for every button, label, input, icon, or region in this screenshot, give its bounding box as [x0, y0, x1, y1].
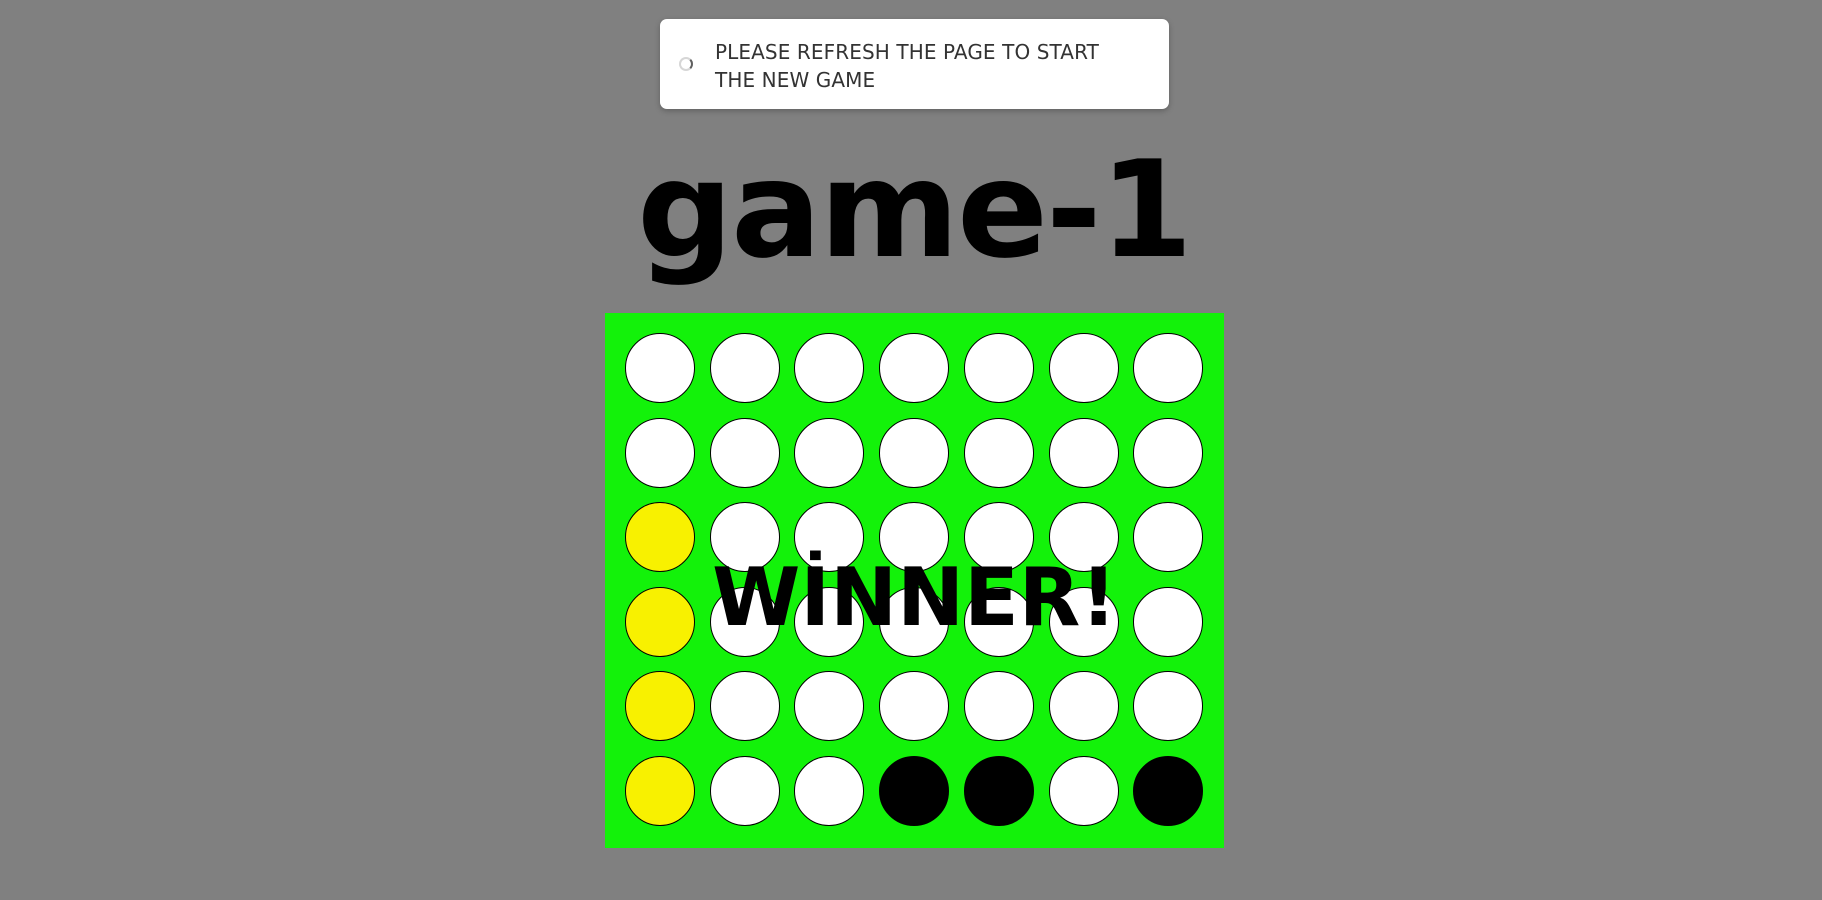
board-cell[interactable] [625, 755, 695, 826]
board-cell[interactable] [625, 671, 695, 741]
board-cell[interactable] [1133, 333, 1204, 403]
board-cell[interactable] [963, 586, 1034, 657]
board-cell[interactable] [1133, 586, 1204, 657]
board-cell[interactable] [963, 333, 1034, 403]
board-cell[interactable] [879, 671, 950, 741]
board-cell[interactable] [1133, 502, 1204, 572]
board-cell[interactable] [963, 502, 1034, 572]
board-cell[interactable] [709, 586, 780, 657]
board-cell[interactable] [879, 417, 950, 488]
board-cell[interactable] [794, 671, 865, 741]
board-cell[interactable] [1133, 417, 1204, 488]
game-board: WİNNER! [605, 313, 1224, 848]
board-cell[interactable] [963, 417, 1034, 488]
board-cell[interactable] [794, 586, 865, 657]
board-cell[interactable] [1048, 417, 1119, 488]
board-cell[interactable] [1048, 586, 1119, 657]
board-cell[interactable] [625, 586, 695, 657]
game-title: game-1 [637, 132, 1193, 288]
board-cell[interactable] [879, 755, 950, 826]
board-cell[interactable] [709, 417, 780, 488]
board-cell[interactable] [1133, 755, 1204, 826]
board-cell[interactable] [1048, 671, 1119, 741]
board-cell[interactable] [709, 755, 780, 826]
loading-spinner-icon [679, 57, 693, 71]
notification-toast: PLEASE REFRESH THE PAGE TO START THE NEW… [660, 19, 1169, 109]
board-cell[interactable] [625, 417, 695, 488]
board-cell[interactable] [794, 502, 865, 572]
board-cell[interactable] [1048, 502, 1119, 572]
board-cell[interactable] [709, 502, 780, 572]
board-cell[interactable] [879, 586, 950, 657]
board-cell[interactable] [879, 502, 950, 572]
board-cell[interactable] [794, 333, 865, 403]
board-cell[interactable] [794, 755, 865, 826]
board-cell[interactable] [1048, 333, 1119, 403]
notification-message: PLEASE REFRESH THE PAGE TO START THE NEW… [715, 40, 1099, 92]
board-cell[interactable] [625, 502, 695, 572]
board-cell[interactable] [709, 671, 780, 741]
board-cell[interactable] [963, 671, 1034, 741]
board-cell[interactable] [625, 333, 695, 403]
board-cell[interactable] [794, 417, 865, 488]
board-cell[interactable] [879, 333, 950, 403]
board-cell[interactable] [963, 755, 1034, 826]
board-cell[interactable] [1048, 755, 1119, 826]
board-cell[interactable] [1133, 671, 1204, 741]
board-cell[interactable] [709, 333, 780, 403]
